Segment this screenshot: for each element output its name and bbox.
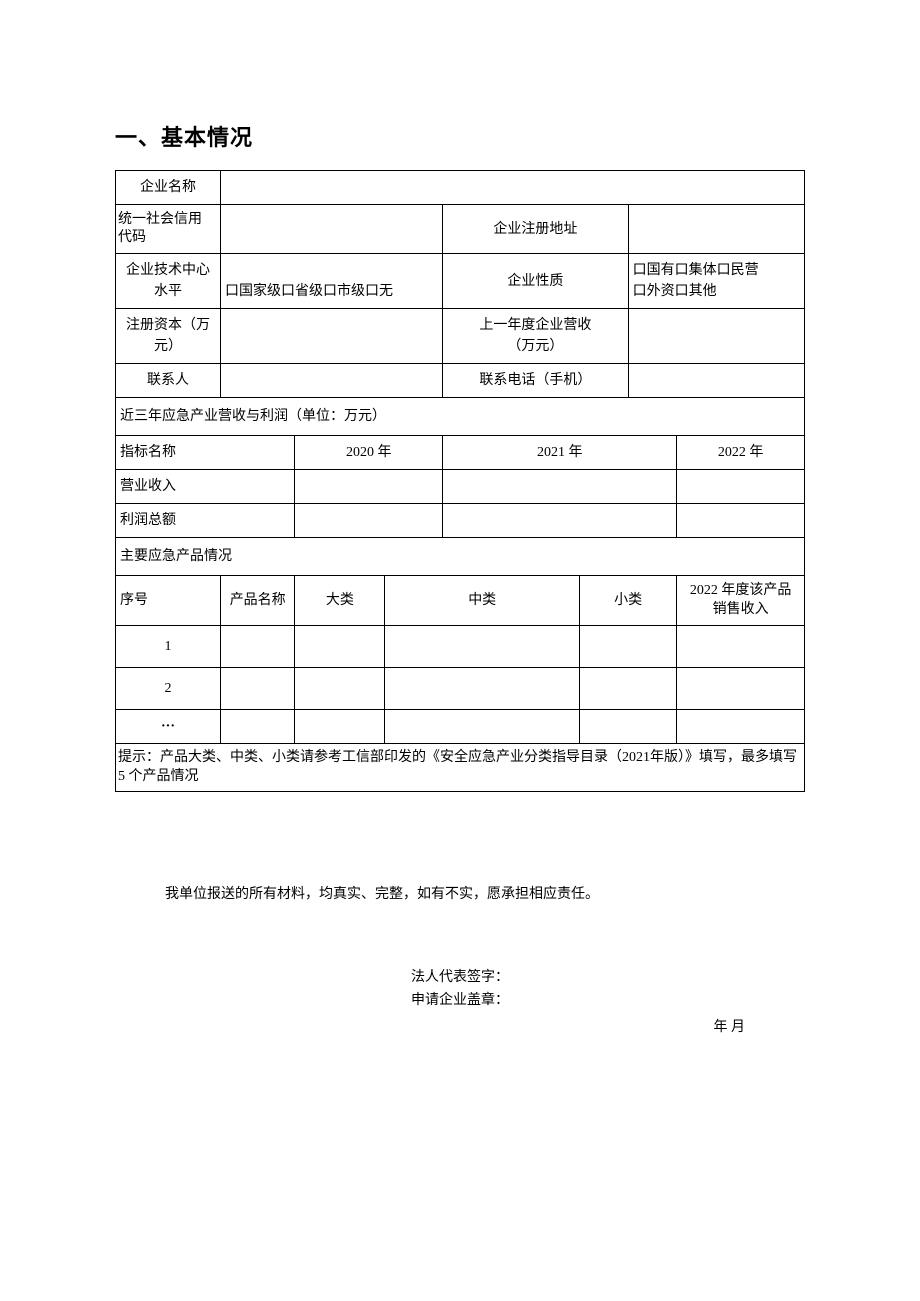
label-y2020: 2020 年 [295, 436, 443, 470]
section-heading: 一、基本情况 [115, 120, 805, 152]
label-contact: 联系人 [116, 364, 221, 398]
field-profit-2022[interactable] [677, 504, 805, 538]
label-nature: 企业性质 [443, 254, 628, 309]
label-reg-addr: 企业注册地址 [443, 205, 628, 254]
field-profit-2021[interactable] [443, 504, 677, 538]
field-sales-1[interactable] [677, 625, 805, 667]
label-reg-capital: 注册资本（万 元） [116, 309, 221, 364]
label-usci: 统一社会信用代码 [116, 205, 221, 254]
three-year-header: 近三年应急产业营收与利润（单位：万元） [116, 398, 805, 436]
field-cat-mid-2[interactable] [385, 667, 580, 709]
field-cat-mid-more[interactable] [385, 709, 580, 743]
label-seq: 序号 [116, 576, 221, 625]
field-contact-phone[interactable] [628, 364, 804, 398]
company-stamp: 申请企业盖章： [115, 990, 805, 1012]
label-product-name: 产品名称 [221, 576, 295, 625]
label-cat-mid: 中类 [385, 576, 580, 625]
label-cat-large: 大类 [295, 576, 385, 625]
field-cat-large-1[interactable] [295, 625, 385, 667]
field-tech-center-checkboxes[interactable]: 口国家级口省级口市级口无 [221, 254, 443, 309]
label-tech-center: 企业技术中心 水平 [116, 254, 221, 309]
product-section-header: 主要应急产品情况 [116, 538, 805, 576]
field-cat-large-more[interactable] [295, 709, 385, 743]
label-cat-small: 小类 [579, 576, 676, 625]
field-profit-2020[interactable] [295, 504, 443, 538]
field-cat-mid-1[interactable] [385, 625, 580, 667]
basic-info-table: 企业名称 统一社会信用代码 企业注册地址 企业技术中心 水平 口国家级口省级口市… [115, 170, 805, 792]
field-company-name[interactable] [221, 171, 805, 205]
field-product-name-2[interactable] [221, 667, 295, 709]
label-sales-2022: 2022 年度该产品 销售收入 [677, 576, 805, 625]
field-cat-large-2[interactable] [295, 667, 385, 709]
field-income-2021[interactable] [443, 470, 677, 504]
field-sales-2[interactable] [677, 667, 805, 709]
date-line: 年 月 [115, 1016, 805, 1036]
signature-block: 法人代表签字： 申请企业盖章： [115, 967, 805, 1012]
field-nature-checkboxes[interactable]: 口国有口集体口民营 口外资口其他 [628, 254, 804, 309]
product-row: ··· [116, 709, 805, 743]
label-y2021: 2021 年 [443, 436, 677, 470]
field-cat-small-more[interactable] [579, 709, 676, 743]
field-reg-addr[interactable] [628, 205, 804, 254]
label-prev-revenue: 上一年度企业营收 （万元） [443, 309, 628, 364]
field-income-2020[interactable] [295, 470, 443, 504]
field-contact[interactable] [221, 364, 443, 398]
seq-2: 2 [116, 667, 221, 709]
product-row: 2 [116, 667, 805, 709]
field-income-2022[interactable] [677, 470, 805, 504]
label-total-profit: 利润总额 [116, 504, 295, 538]
field-reg-capital[interactable] [221, 309, 443, 364]
field-cat-small-2[interactable] [579, 667, 676, 709]
label-company-name: 企业名称 [116, 171, 221, 205]
field-product-name-1[interactable] [221, 625, 295, 667]
label-y2022: 2022 年 [677, 436, 805, 470]
legal-rep-sign: 法人代表签字： [115, 967, 805, 989]
field-cat-small-1[interactable] [579, 625, 676, 667]
label-indicator: 指标名称 [116, 436, 295, 470]
tip-row: 提示：产品大类、中类、小类请参考工信部印发的《安全应急产业分类指导目录（2021… [116, 743, 805, 791]
field-prev-revenue[interactable] [628, 309, 804, 364]
product-row: 1 [116, 625, 805, 667]
seq-more: ··· [116, 709, 221, 743]
field-usci[interactable] [221, 205, 443, 254]
seq-1: 1 [116, 625, 221, 667]
field-sales-more[interactable] [677, 709, 805, 743]
label-contact-phone: 联系电话（手机） [443, 364, 628, 398]
label-operating-income: 营业收入 [116, 470, 295, 504]
declaration-text: 我单位报送的所有材料，均真实、完整，如有不实，愿承担相应责任。 [115, 882, 805, 907]
field-product-name-more[interactable] [221, 709, 295, 743]
